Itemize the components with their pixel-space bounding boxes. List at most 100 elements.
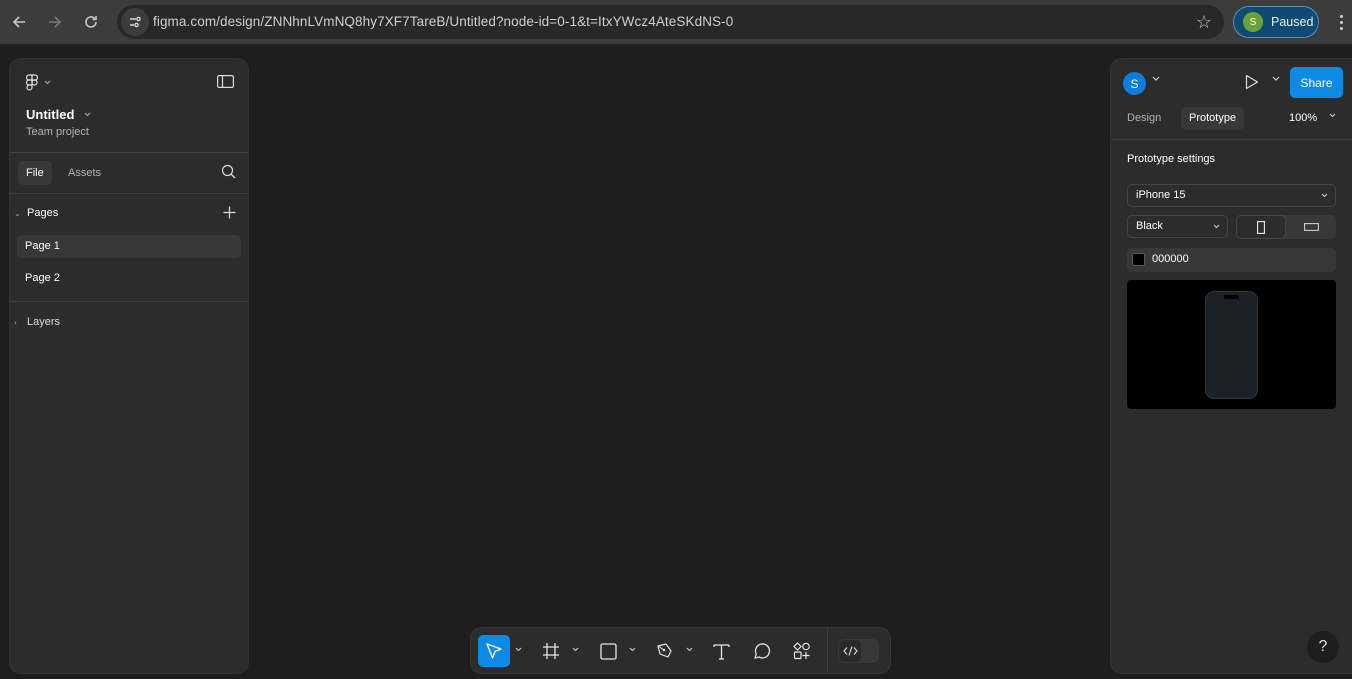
chevron-down-icon bbox=[1329, 113, 1336, 118]
pen-tool[interactable] bbox=[649, 635, 681, 667]
move-tool-menu[interactable] bbox=[515, 647, 522, 652]
sidebar-icon bbox=[217, 75, 234, 88]
toggle-sidebar-button[interactable] bbox=[217, 75, 234, 88]
orientation-toggle bbox=[1236, 215, 1336, 239]
arrow-right-icon bbox=[49, 16, 62, 28]
reload-icon bbox=[85, 16, 97, 28]
tab-prototype[interactable]: Prototype bbox=[1181, 107, 1245, 130]
present-options-button[interactable] bbox=[1272, 76, 1280, 82]
pen-tool-menu[interactable] bbox=[686, 647, 693, 652]
bookmark-star-icon[interactable]: ☆ bbox=[1196, 12, 1212, 32]
page-item[interactable]: Page 2 bbox=[17, 267, 241, 290]
search-icon bbox=[221, 164, 236, 179]
url-text[interactable]: figma.com/design/ZNNhnLVmNQ8hy7XF7TareB/… bbox=[153, 14, 733, 29]
pages-section-toggle[interactable]: ⌄ Pages bbox=[14, 207, 58, 219]
chevron-down-icon bbox=[1213, 216, 1220, 237]
chevron-down-icon bbox=[1272, 76, 1280, 81]
file-name: Untitled bbox=[26, 107, 75, 122]
prototype-settings-title: Prototype settings bbox=[1127, 153, 1216, 165]
profile-avatar: S bbox=[1243, 12, 1263, 32]
address-bar[interactable]: figma.com/design/ZNNhnLVmNQ8hy7XF7TareB/… bbox=[117, 5, 1224, 39]
device-select[interactable]: iPhone 15 bbox=[1127, 184, 1336, 207]
chevron-right-icon: › bbox=[14, 317, 17, 327]
site-info-button[interactable] bbox=[121, 8, 149, 36]
browser-menu-icon[interactable] bbox=[1333, 10, 1349, 34]
frame-tool-menu[interactable] bbox=[572, 647, 579, 652]
frame-icon bbox=[543, 643, 559, 659]
zoom-level[interactable]: 100% bbox=[1289, 112, 1317, 124]
divider bbox=[10, 152, 248, 153]
tab-design[interactable]: Design bbox=[1119, 107, 1169, 130]
shape-tool-menu[interactable] bbox=[629, 647, 636, 652]
profile-button[interactable]: S Paused bbox=[1233, 6, 1319, 38]
portrait-button[interactable] bbox=[1236, 215, 1286, 239]
back-button[interactable] bbox=[5, 8, 33, 36]
help-button[interactable]: ? bbox=[1307, 631, 1339, 663]
chevron-down-icon bbox=[572, 647, 579, 652]
color-swatch[interactable] bbox=[1132, 253, 1145, 266]
pen-icon bbox=[657, 643, 672, 658]
forward-button[interactable] bbox=[41, 8, 69, 36]
tab-file[interactable]: File bbox=[18, 161, 52, 185]
device-color-value: Black bbox=[1136, 220, 1163, 232]
chevron-down-icon bbox=[44, 80, 51, 85]
chevron-down-icon bbox=[515, 647, 522, 652]
background-color-field[interactable]: 000000 bbox=[1127, 248, 1336, 272]
left-sidebar: Untitled Team project File Assets ⌄ Page… bbox=[9, 58, 249, 674]
tune-icon bbox=[130, 16, 141, 28]
profile-status: Paused bbox=[1271, 15, 1314, 29]
chevron-down-icon bbox=[1152, 76, 1160, 81]
landscape-button[interactable] bbox=[1286, 215, 1336, 239]
layers-section-toggle[interactable]: › Layers bbox=[14, 316, 60, 328]
main-menu-button[interactable] bbox=[26, 74, 51, 91]
dev-mode-knob bbox=[839, 640, 861, 662]
color-hex-value[interactable]: 000000 bbox=[1152, 253, 1189, 265]
page-item[interactable]: Page 1 bbox=[17, 235, 241, 258]
move-tool[interactable] bbox=[478, 635, 510, 667]
device-color-select[interactable]: Black bbox=[1127, 215, 1228, 238]
code-icon bbox=[842, 646, 858, 656]
present-button[interactable] bbox=[1245, 74, 1259, 90]
browser-toolbar: figma.com/design/ZNNhnLVmNQ8hy7XF7TareB/… bbox=[0, 0, 1352, 44]
user-menu-chevron[interactable] bbox=[1152, 76, 1160, 82]
right-sidebar: S Share Design Prototype 100% Prototype … bbox=[1110, 58, 1352, 674]
chevron-down-icon bbox=[629, 647, 636, 652]
rectangle-tool[interactable] bbox=[592, 635, 624, 667]
search-button[interactable] bbox=[221, 164, 236, 179]
portrait-icon bbox=[1257, 220, 1265, 234]
frame-tool[interactable] bbox=[535, 635, 567, 667]
divider bbox=[10, 301, 248, 302]
divider bbox=[10, 193, 248, 194]
actions-tool[interactable] bbox=[786, 635, 818, 667]
canvas[interactable] bbox=[249, 44, 1110, 679]
project-name[interactable]: Team project bbox=[26, 126, 89, 138]
chevron-down-icon: ⌄ bbox=[14, 208, 21, 218]
user-avatar[interactable]: S bbox=[1123, 72, 1146, 95]
share-button[interactable]: Share bbox=[1290, 67, 1343, 98]
chevron-down-icon bbox=[85, 112, 91, 117]
text-tool[interactable] bbox=[705, 635, 737, 667]
device-preview bbox=[1127, 280, 1336, 409]
pages-header: Pages bbox=[27, 207, 59, 219]
dynamic-island bbox=[1224, 295, 1239, 299]
text-icon bbox=[712, 643, 730, 660]
landscape-icon bbox=[1303, 223, 1319, 231]
reload-button[interactable] bbox=[77, 8, 105, 36]
tab-assets[interactable]: Assets bbox=[60, 161, 109, 185]
zoom-menu-button[interactable] bbox=[1329, 113, 1336, 118]
dev-mode-toggle[interactable] bbox=[838, 639, 879, 663]
plus-icon bbox=[223, 206, 236, 219]
toolbar-divider bbox=[827, 628, 828, 673]
left-tabs: File Assets bbox=[18, 161, 240, 185]
actions-icon bbox=[793, 642, 810, 660]
arrow-left-icon bbox=[12, 16, 25, 28]
rectangle-icon bbox=[599, 642, 617, 660]
divider bbox=[1111, 139, 1352, 140]
comment-tool[interactable] bbox=[746, 635, 778, 667]
add-page-button[interactable] bbox=[223, 206, 236, 219]
file-name-button[interactable]: Untitled bbox=[26, 107, 91, 122]
chevron-down-icon bbox=[1321, 185, 1328, 206]
bottom-toolbar bbox=[470, 627, 891, 674]
cursor-icon bbox=[486, 643, 502, 659]
layers-header: Layers bbox=[27, 316, 61, 328]
